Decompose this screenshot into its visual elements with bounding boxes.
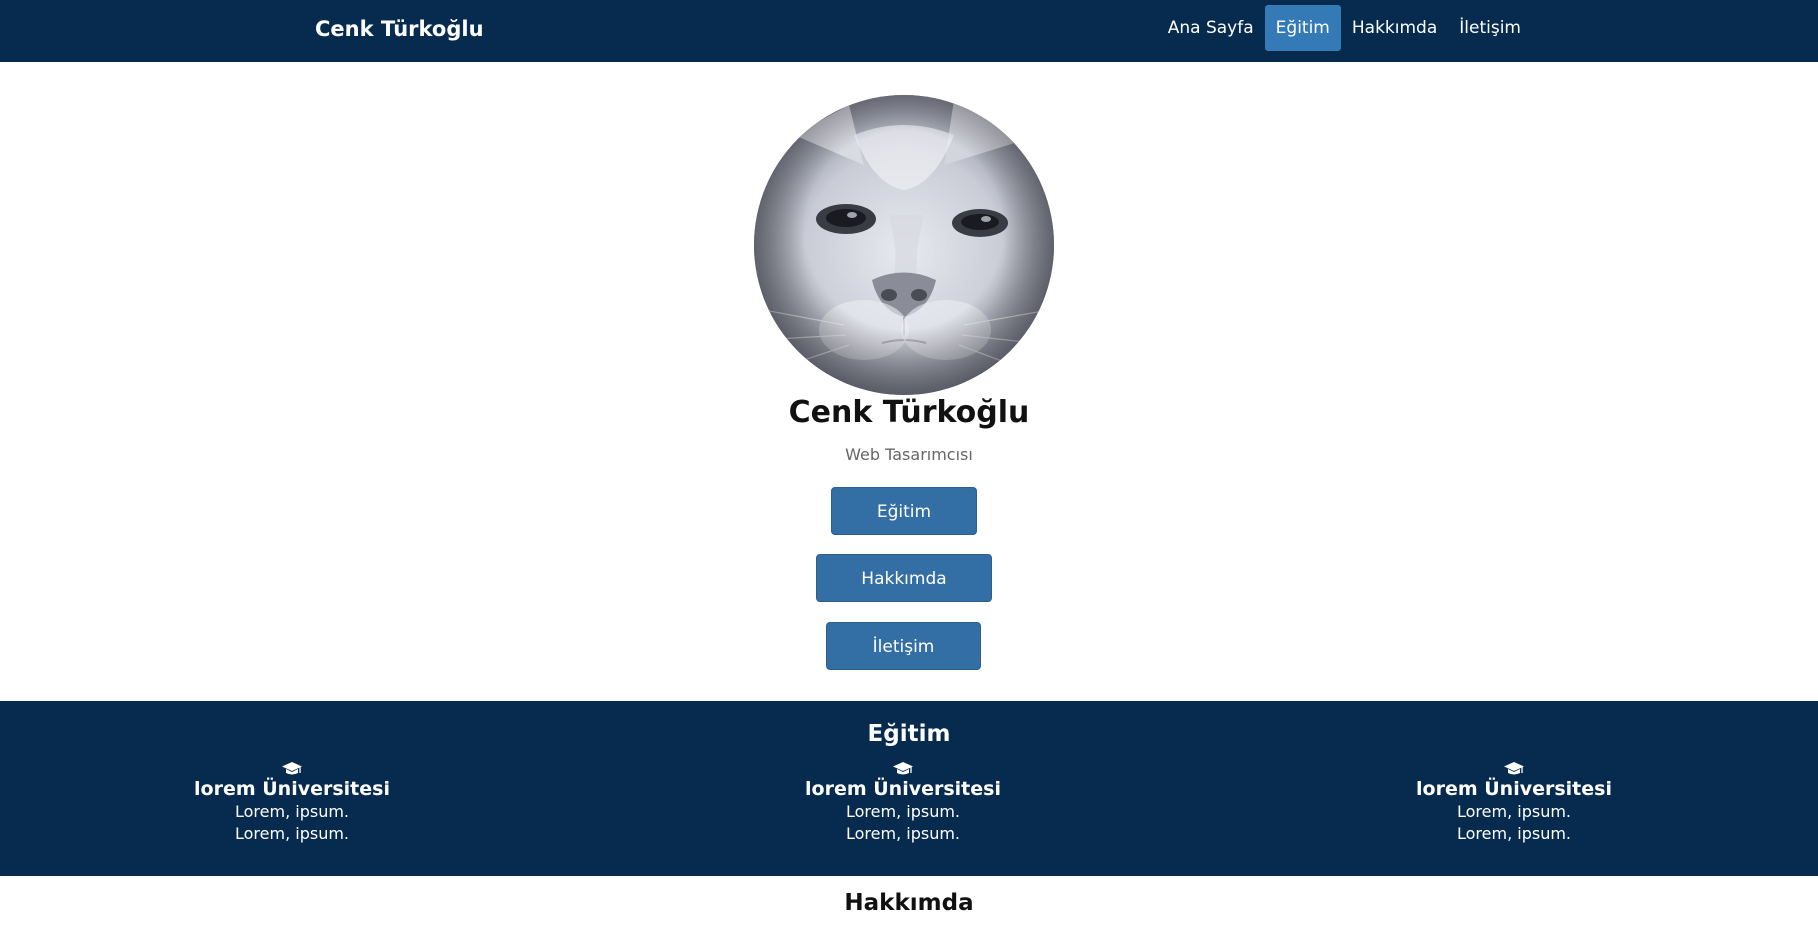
nav-links: Ana Sayfa Eğitim Hakkımda İletişim: [1157, 5, 1532, 51]
education-detail: Lorem, ipsum.: [235, 824, 349, 843]
education-section: Eğitim lorem Üniversitesi Lorem, ipsum. …: [0, 701, 1818, 876]
hero-section: Cenk Türkoğlu Web Tasarımcısı Eğitim Hak…: [0, 62, 1818, 701]
education-detail: Lorem, ipsum.: [846, 824, 960, 843]
education-item: lorem Üniversitesi Lorem, ipsum. Lorem, …: [142, 761, 442, 845]
iletisim-button[interactable]: İletişim: [826, 622, 981, 670]
hero-name: Cenk Türkoğlu: [788, 395, 1030, 430]
nav-link-ana-sayfa[interactable]: Ana Sayfa: [1157, 5, 1265, 51]
cat-photo: [754, 95, 1054, 395]
education-title: Eğitim: [867, 721, 951, 747]
nav-link-egitim[interactable]: Eğitim: [1264, 5, 1341, 51]
education-detail: Lorem, ipsum.: [1457, 824, 1571, 843]
brand-link[interactable]: Cenk Türkoğlu: [315, 0, 484, 62]
navbar: Cenk Türkoğlu Ana Sayfa Eğitim Hakkımda …: [0, 0, 1818, 62]
education-school: lorem Üniversitesi: [1416, 778, 1612, 800]
avatar: [754, 95, 1054, 395]
graduation-cap-icon: [1504, 762, 1524, 775]
education-school: lorem Üniversitesi: [194, 778, 390, 800]
about-section: Hakkımda: [0, 876, 1818, 925]
about-title: Hakkımda: [844, 890, 974, 916]
hakkimda-button[interactable]: Hakkımda: [816, 554, 992, 602]
nav-link-hakkimda[interactable]: Hakkımda: [1341, 5, 1448, 51]
education-item: lorem Üniversitesi Lorem, ipsum. Lorem, …: [753, 761, 1053, 845]
hero-subtitle: Web Tasarımcısı: [845, 445, 973, 464]
education-school: lorem Üniversitesi: [805, 778, 1001, 800]
education-detail: Lorem, ipsum.: [846, 802, 960, 821]
education-item: lorem Üniversitesi Lorem, ipsum. Lorem, …: [1364, 761, 1664, 845]
nav-link-iletisim[interactable]: İletişim: [1448, 5, 1532, 51]
education-detail: Lorem, ipsum.: [1457, 802, 1571, 821]
education-detail: Lorem, ipsum.: [235, 802, 349, 821]
graduation-cap-icon: [893, 762, 913, 775]
egitim-button[interactable]: Eğitim: [831, 487, 977, 535]
graduation-cap-icon: [282, 762, 302, 775]
